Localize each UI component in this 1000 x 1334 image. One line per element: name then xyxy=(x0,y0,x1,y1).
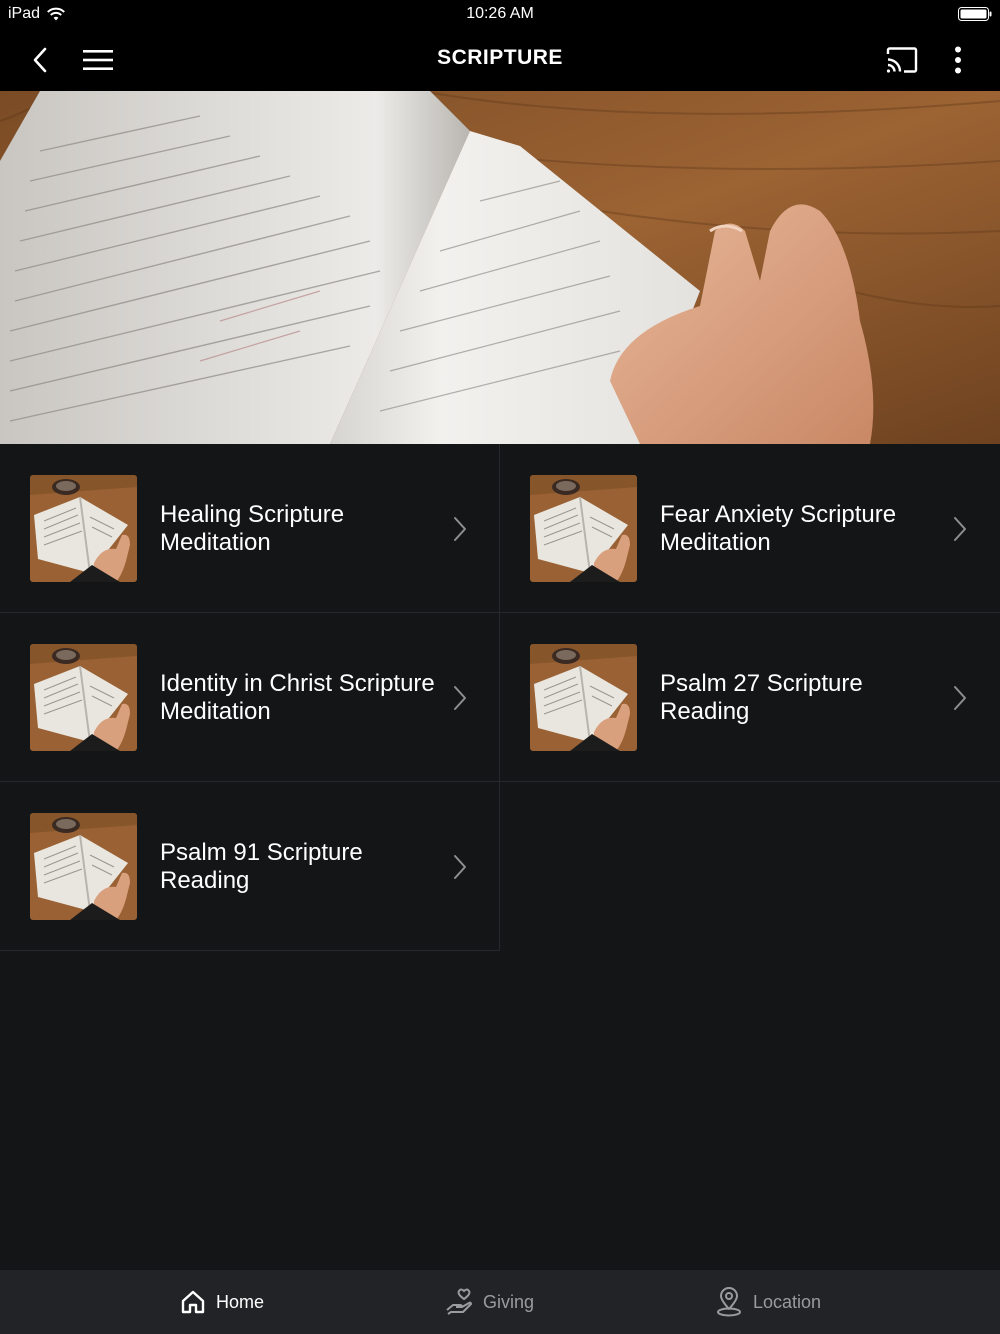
location-pin-icon xyxy=(717,1287,741,1317)
navigation-bar: SCRIPTURE xyxy=(0,28,1000,91)
status-time: 10:26 AM xyxy=(466,5,534,22)
more-vertical-icon xyxy=(955,46,961,74)
page-title: SCRIPTURE xyxy=(437,46,563,69)
item-thumbnail xyxy=(530,475,637,582)
more-options-button[interactable] xyxy=(936,38,980,82)
item-thumbnail xyxy=(30,813,137,920)
chevron-right-icon xyxy=(954,686,966,710)
tab-location[interactable]: Location xyxy=(715,1270,821,1334)
item-title: Fear Anxiety Scripture Meditation xyxy=(660,500,897,556)
scripture-list-item[interactable]: Healing Scripture Meditation xyxy=(0,444,500,613)
battery-icon xyxy=(958,7,992,21)
tab-bar: Home Giving Location xyxy=(0,1270,1000,1334)
item-title: Identity in Christ Scripture Meditation xyxy=(160,669,435,725)
hero-image xyxy=(0,91,1000,444)
status-bar: iPad 10:26 AM xyxy=(0,0,1000,28)
tab-giving[interactable]: Giving xyxy=(445,1270,534,1334)
tab-home[interactable]: Home xyxy=(180,1270,264,1334)
tab-home-label: Home xyxy=(216,1291,265,1312)
item-title: Psalm 27 Scripture Reading xyxy=(660,669,863,725)
cast-button[interactable] xyxy=(880,38,924,82)
tab-giving-label: Giving xyxy=(483,1291,535,1312)
item-title: Healing Scripture Meditation xyxy=(160,500,345,556)
item-thumbnail xyxy=(530,644,637,751)
item-title: Psalm 91 Scripture Reading xyxy=(160,838,363,894)
cast-icon xyxy=(886,47,918,73)
scripture-list-item[interactable]: Identity in Christ Scripture Meditation xyxy=(0,613,500,782)
tab-location-label: Location xyxy=(753,1291,822,1312)
chevron-right-icon xyxy=(454,517,466,541)
chevron-right-icon xyxy=(454,686,466,710)
scripture-list-item[interactable]: Psalm 91 Scripture Reading xyxy=(0,782,500,951)
item-thumbnail xyxy=(30,644,137,751)
chevron-right-icon xyxy=(454,855,466,879)
giving-hand-icon xyxy=(446,1288,472,1315)
chevron-right-icon xyxy=(954,517,966,541)
home-icon xyxy=(181,1290,205,1314)
scripture-list-item[interactable]: Fear Anxiety Scripture Meditation xyxy=(500,444,1000,613)
scripture-list-item[interactable]: Psalm 27 Scripture Reading xyxy=(500,613,1000,782)
item-thumbnail xyxy=(30,475,137,582)
